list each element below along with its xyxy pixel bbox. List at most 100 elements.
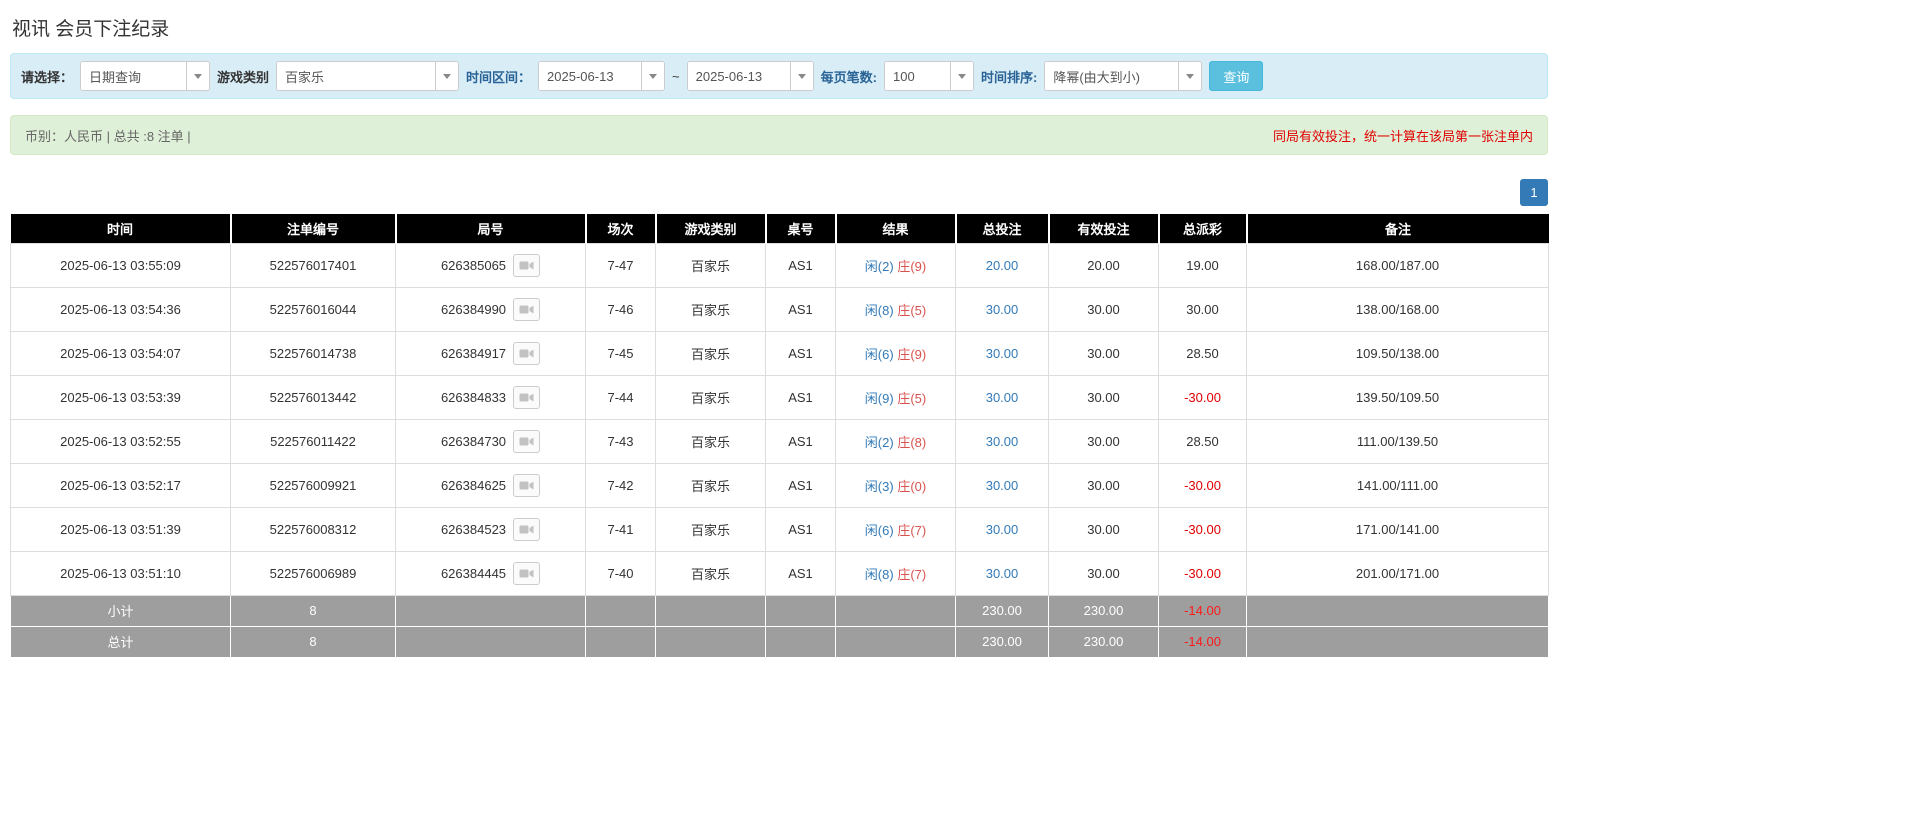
chevron-down-icon: [443, 74, 451, 79]
round-number: 626384445: [441, 566, 506, 581]
game-type-caret-button[interactable]: [435, 62, 458, 90]
game-type-input[interactable]: [277, 62, 435, 90]
total-bet-link[interactable]: 20.00: [986, 258, 1019, 273]
cell-round-id: 626384445: [396, 551, 586, 595]
footer-empty-cell: [1247, 595, 1549, 626]
round-number: 626384730: [441, 434, 506, 449]
cell-result: 闲(3) 庄(0): [836, 463, 956, 507]
video-camera-icon: [519, 480, 534, 491]
cell-table-no: AS1: [766, 419, 836, 463]
video-replay-button[interactable]: [513, 474, 540, 497]
cell-session: 7-45: [586, 331, 656, 375]
cell-valid-bet: 30.00: [1049, 419, 1159, 463]
cell-session: 7-40: [586, 551, 656, 595]
video-replay-button[interactable]: [513, 342, 540, 365]
page-size-caret-button[interactable]: [950, 62, 973, 90]
result-banker: 庄(0): [897, 479, 926, 494]
total-bet-link[interactable]: 30.00: [986, 302, 1019, 317]
cell-round-id: 626384523: [396, 507, 586, 551]
cell-remark: 139.50/109.50: [1247, 375, 1549, 419]
cell-remark: 201.00/171.00: [1247, 551, 1549, 595]
cell-result: 闲(8) 庄(5): [836, 287, 956, 331]
footer-empty-cell: [766, 626, 836, 657]
total-valid-bet: 230.00: [1049, 626, 1159, 657]
pagination: 1: [10, 179, 1548, 206]
game-type-label: 游戏类别: [217, 67, 269, 86]
total-bet-link[interactable]: 30.00: [986, 566, 1019, 581]
cell-payout: -30.00: [1159, 375, 1247, 419]
page-size-select[interactable]: [884, 61, 974, 91]
column-header-5: 桌号: [766, 214, 836, 243]
cell-round-id: 626384990: [396, 287, 586, 331]
column-header-4: 游戏类别: [656, 214, 766, 243]
page-title: 视讯 会员下注纪录: [10, 0, 1548, 53]
sort-order-select[interactable]: [1044, 61, 1202, 91]
result-banker: 庄(9): [897, 259, 926, 274]
cell-valid-bet: 30.00: [1049, 287, 1159, 331]
cell-session: 7-44: [586, 375, 656, 419]
total-bet-link[interactable]: 30.00: [986, 434, 1019, 449]
sort-order-input[interactable]: [1045, 62, 1178, 90]
cell-table-no: AS1: [766, 243, 836, 287]
column-header-1: 注单编号: [231, 214, 396, 243]
subtotal-payout: -14.00: [1159, 595, 1247, 626]
date-from-input[interactable]: [539, 62, 641, 90]
date-type-input[interactable]: [81, 62, 186, 90]
date-from-caret-button[interactable]: [641, 62, 664, 90]
cell-session: 7-41: [586, 507, 656, 551]
table-row: 2025-06-13 03:51:39 522576008312 6263845…: [11, 507, 1549, 551]
total-bet-link[interactable]: 30.00: [986, 346, 1019, 361]
date-type-caret-button[interactable]: [186, 62, 209, 90]
total-bet-link[interactable]: 30.00: [986, 390, 1019, 405]
result-banker: 庄(8): [897, 435, 926, 450]
video-replay-button[interactable]: [513, 298, 540, 321]
game-type-select[interactable]: [276, 61, 459, 91]
video-replay-button[interactable]: [513, 430, 540, 453]
video-replay-button[interactable]: [513, 518, 540, 541]
cell-time: 2025-06-13 03:54:07: [11, 331, 231, 375]
page-size-input[interactable]: [885, 62, 950, 90]
date-type-select[interactable]: [80, 61, 210, 91]
cell-game-type: 百家乐: [656, 375, 766, 419]
table-row: 2025-06-13 03:53:39 522576013442 6263848…: [11, 375, 1549, 419]
video-replay-button[interactable]: [513, 254, 540, 277]
round-number: 626384833: [441, 390, 506, 405]
video-replay-button[interactable]: [513, 562, 540, 585]
cell-bet-id: 522576011422: [231, 419, 396, 463]
date-to-picker[interactable]: [687, 61, 814, 91]
summary-bar: 币别：人民币 | 总共 :8 注单 | 同局有效投注，统一计算在该局第一张注单内: [10, 115, 1548, 155]
cell-round-id: 626384625: [396, 463, 586, 507]
cell-game-type: 百家乐: [656, 243, 766, 287]
page-button-1[interactable]: 1: [1520, 179, 1548, 206]
column-header-3: 场次: [586, 214, 656, 243]
date-to-input[interactable]: [688, 62, 790, 90]
date-to-caret-button[interactable]: [790, 62, 813, 90]
cell-table-no: AS1: [766, 551, 836, 595]
total-bet-link[interactable]: 30.00: [986, 522, 1019, 537]
summary-currency-count: 币别：人民币 | 总共 :8 注单 |: [25, 126, 191, 145]
cell-payout: 28.50: [1159, 419, 1247, 463]
date-from-picker[interactable]: [538, 61, 665, 91]
footer-empty-cell: [586, 626, 656, 657]
main-container: 视讯 会员下注纪录 请选择： 游戏类别 时间区间： ~ 每页笔数: 时间排序:: [10, 0, 1548, 658]
cell-remark: 109.50/138.00: [1247, 331, 1549, 375]
search-button[interactable]: 查询: [1209, 61, 1263, 91]
summary-notice: 同局有效投注，统一计算在该局第一张注单内: [1273, 126, 1533, 145]
sort-order-caret-button[interactable]: [1178, 62, 1201, 90]
cell-session: 7-47: [586, 243, 656, 287]
footer-empty-cell: [836, 595, 956, 626]
footer-empty-cell: [1247, 626, 1549, 657]
table-row: 2025-06-13 03:52:55 522576011422 6263847…: [11, 419, 1549, 463]
table-header-row: 时间注单编号局号场次游戏类别桌号结果总投注有效投注总派彩备注: [11, 214, 1549, 243]
cell-time: 2025-06-13 03:51:39: [11, 507, 231, 551]
column-header-8: 有效投注: [1049, 214, 1159, 243]
chevron-down-icon: [649, 74, 657, 79]
video-replay-button[interactable]: [513, 386, 540, 409]
result-player: 闲(6): [865, 523, 894, 538]
cell-bet-id: 522576014738: [231, 331, 396, 375]
cell-valid-bet: 20.00: [1049, 243, 1159, 287]
result-player: 闲(3): [865, 479, 894, 494]
table-row: 2025-06-13 03:51:10 522576006989 6263844…: [11, 551, 1549, 595]
total-bet-link[interactable]: 30.00: [986, 478, 1019, 493]
page-size-label: 每页笔数:: [821, 67, 877, 86]
